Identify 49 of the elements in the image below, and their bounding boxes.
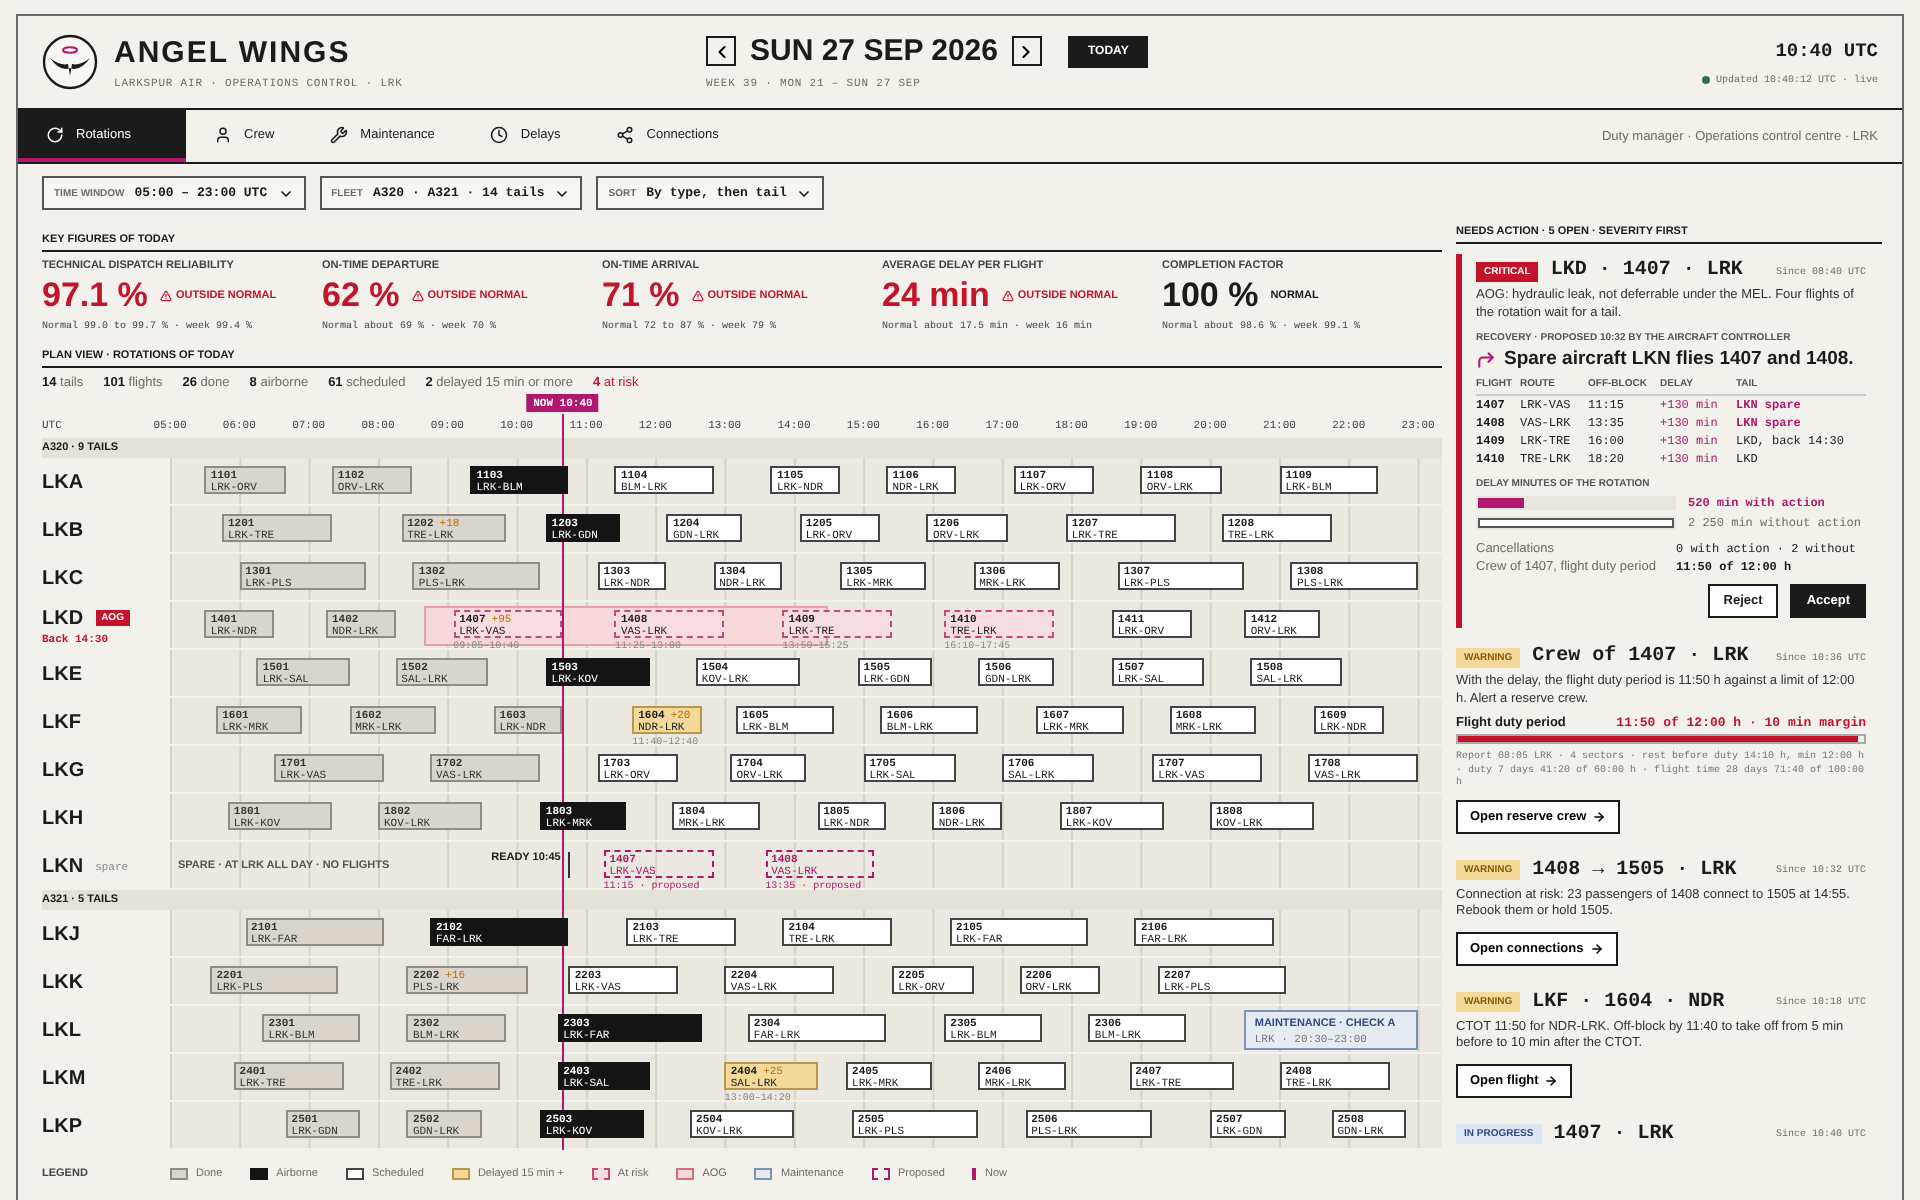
tail-label: LKM (42, 1067, 86, 1089)
chevron-down-icon (796, 185, 813, 201)
tail-label: LKA (42, 471, 84, 493)
kpi-value: 97.1 % (42, 278, 148, 314)
kpi-value: 62 % (322, 278, 400, 314)
tail-label: LKF (42, 711, 81, 733)
live-status-dot (1701, 75, 1710, 83)
tail-label: LKN (42, 855, 84, 877)
chevron-down-icon (554, 185, 571, 201)
ready-marker (568, 852, 571, 878)
current-date: SUN 27 SEP 2026 (750, 34, 998, 68)
alert-title: LKD · 1407 · LRK (1550, 260, 1743, 282)
tail-label: LKC (42, 567, 84, 589)
arrow-right-icon (1544, 1073, 1559, 1087)
logo (42, 34, 98, 90)
alert-title: Crew of 1407 · LRK (1532, 646, 1749, 668)
tail-label: LKE (42, 663, 82, 685)
clock-icon (490, 125, 509, 143)
tail-label: LKD (42, 607, 84, 629)
tail-label: LKP (42, 1115, 82, 1137)
tail-label: LKJ (42, 923, 80, 945)
person-icon (214, 125, 232, 143)
warning-icon (691, 290, 704, 302)
current-time: 10:40 UTC (1775, 39, 1878, 61)
arrow-right-icon (1589, 941, 1604, 955)
warning-icon (159, 290, 172, 302)
tail-label: LKL (42, 1019, 81, 1041)
kpi-value: 71 % (602, 278, 680, 314)
alert-title: LKF · 1604 · NDR (1532, 991, 1725, 1013)
recovery-proposal: Spare aircraft LKN flies 1407 and 1408. (1504, 348, 1854, 370)
warning-icon (1001, 290, 1014, 302)
kpi-value: 24 min (882, 278, 990, 314)
arrow-right-icon (1592, 809, 1607, 823)
next-day-button[interactable] (1011, 36, 1042, 66)
tail-label: LKB (42, 519, 84, 541)
tail-label: LKG (42, 759, 85, 781)
chevron-down-icon (277, 185, 294, 201)
brand-name: ANGEL WINGS (114, 35, 353, 69)
tail-label: LKK (42, 971, 84, 993)
circular-arrow-icon (46, 125, 64, 143)
wrench-icon (330, 125, 349, 143)
turn-arrow-icon (1476, 349, 1496, 369)
previous-day-button[interactable] (706, 36, 736, 66)
kpi-value: 100 % (1162, 278, 1259, 314)
share-nodes-icon (616, 125, 635, 143)
warning-icon (411, 290, 424, 302)
tail-label: LKH (42, 807, 84, 829)
alert-title: 1408 → 1505 · LRK (1532, 859, 1737, 881)
alert-title: 1407 · LRK (1553, 1123, 1674, 1145)
